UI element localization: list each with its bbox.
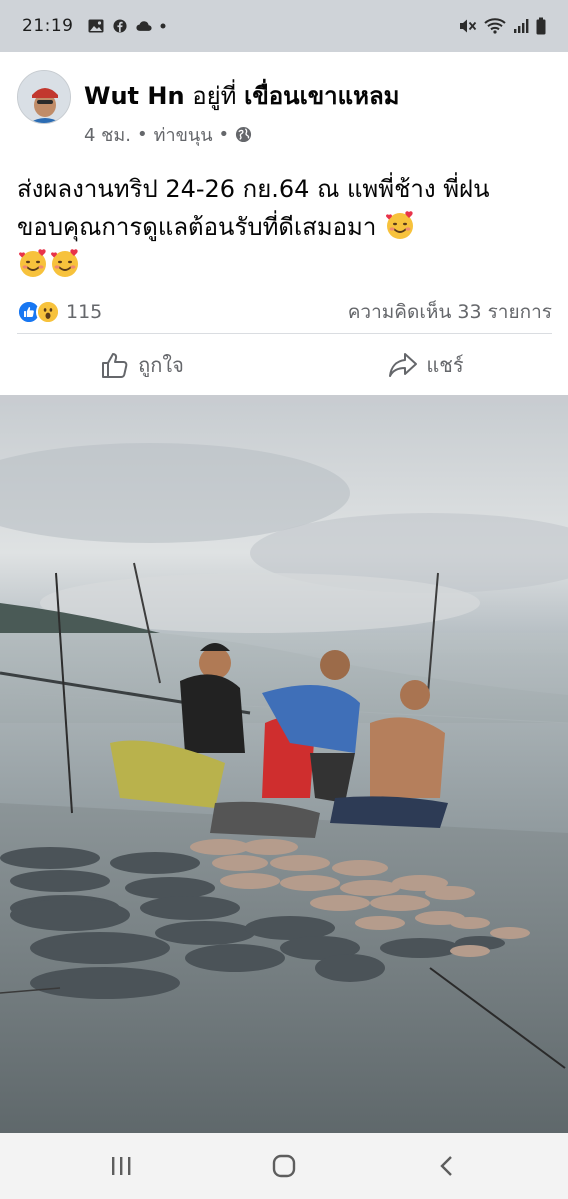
post-body: ส่งผลงานทริป 24-26 กย.64 ณ แพพี่ช้าง พี่… xyxy=(17,175,490,241)
battery-icon xyxy=(536,17,546,35)
wow-icon xyxy=(36,300,60,324)
status-left-icons xyxy=(88,19,166,33)
status-time: 21:19 xyxy=(22,16,74,36)
action-row: ถูกใจ แชร์ xyxy=(0,334,568,395)
fishing-photo xyxy=(0,403,568,1133)
mute-icon xyxy=(460,19,477,33)
like-button[interactable]: ถูกใจ xyxy=(0,334,284,395)
wifi-icon xyxy=(484,18,506,34)
share-button[interactable]: แชร์ xyxy=(284,334,568,395)
feed-separator xyxy=(0,395,568,403)
post-time[interactable]: 4 ชม. xyxy=(84,120,131,149)
recent-apps-button[interactable] xyxy=(91,1141,151,1191)
avatar[interactable] xyxy=(17,70,71,124)
smiling-face-with-hearts-icon xyxy=(386,211,413,239)
like-label: ถูกใจ xyxy=(138,352,184,377)
thumbs-up-icon xyxy=(102,352,128,378)
home-icon xyxy=(272,1154,296,1178)
post-photo[interactable] xyxy=(0,403,568,1133)
status-bar: 21:19 xyxy=(0,0,568,52)
home-button[interactable] xyxy=(254,1141,314,1191)
globe-icon xyxy=(236,126,252,143)
location-name[interactable]: เขื่อนเขาแหลม xyxy=(244,82,399,110)
smiling-face-with-hearts-icon xyxy=(51,249,78,277)
post-header: Wut Hn อยู่ที่ เขื่อนเขาแหลม xyxy=(84,76,399,115)
post-text: ส่งผลงานทริป 24-26 กย.64 ณ แพพี่ช้าง พี่… xyxy=(17,170,552,284)
meta-separator-2: • xyxy=(218,124,230,145)
author-name[interactable]: Wut Hn xyxy=(84,82,185,110)
reactions-row: 115 ความคิดเห็น 33 รายการ xyxy=(17,298,552,326)
reaction-icons[interactable] xyxy=(17,300,60,324)
comment-count[interactable]: ความคิดเห็น 33 รายการ xyxy=(348,297,552,327)
avatar-image xyxy=(18,71,70,123)
meta-separator: • xyxy=(136,124,148,145)
status-right-icons xyxy=(459,17,546,35)
signal-icon xyxy=(514,19,529,33)
at-word: อยู่ที่ xyxy=(192,82,237,110)
post-card: Wut Hn อยู่ที่ เขื่อนเขาแหลม 4 ชม. • ท่า… xyxy=(0,52,568,395)
post-meta: 4 ชม. • ท่าขนุน • xyxy=(84,120,252,149)
cloud-icon xyxy=(135,21,152,31)
navigation-bar xyxy=(0,1133,568,1199)
image-icon xyxy=(88,19,103,33)
recent-apps-icon xyxy=(112,1157,131,1175)
facebook-icon xyxy=(112,19,127,33)
share-arrow-icon xyxy=(389,352,418,377)
reaction-count[interactable]: 115 xyxy=(66,301,102,323)
dot-icon xyxy=(160,23,165,29)
back-icon xyxy=(439,1156,452,1176)
share-label: แชร์ xyxy=(426,352,464,377)
post-place[interactable]: ท่าขนุน xyxy=(154,120,213,149)
back-button[interactable] xyxy=(417,1141,477,1191)
smiling-face-with-hearts-icon xyxy=(19,249,46,277)
